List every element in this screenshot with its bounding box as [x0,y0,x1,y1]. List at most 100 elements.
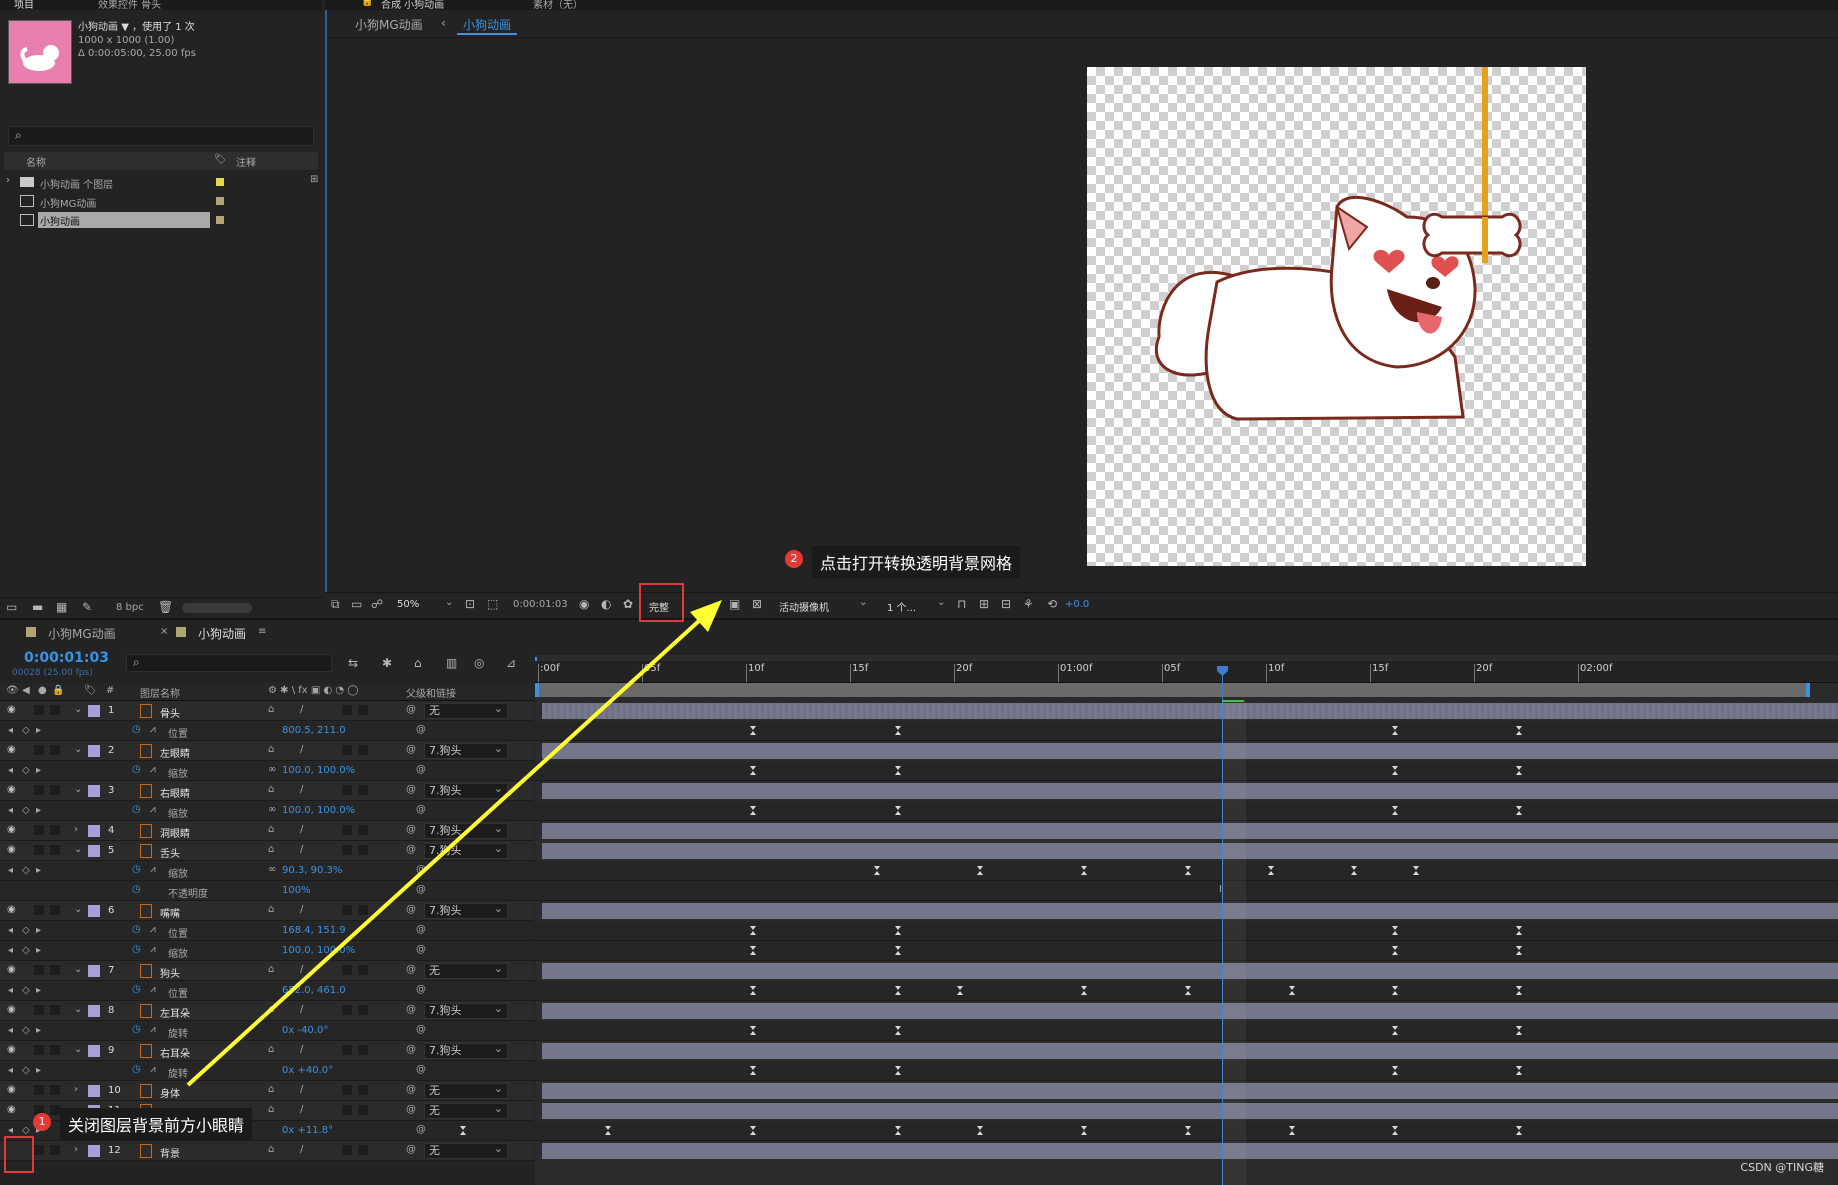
parent-select[interactable]: 无 [424,702,508,719]
switch-box[interactable] [358,1085,368,1095]
eye-icon[interactable]: ◉ [7,744,16,755]
keyframe[interactable] [750,926,757,935]
keyframe[interactable] [1081,1126,1088,1135]
pickwhip-icon[interactable]: @ [406,1144,416,1155]
chevron-down-icon[interactable]: ⌄ [74,904,82,915]
expression-pickwhip-icon[interactable]: @ [416,764,426,775]
tab-effects-controls[interactable]: 效果控件 骨头 [98,0,161,11]
shy-switch-icon[interactable]: ⌂ [268,1144,274,1155]
layer-duration-bar[interactable] [542,1003,1838,1019]
quality-switch-icon[interactable]: / [300,704,303,715]
trash-icon[interactable]: 🗑 [158,600,173,614]
prev-keyframe-icon[interactable]: ◂ [8,925,13,936]
flowchart-icon[interactable]: ⚘ [1023,597,1034,611]
lock-toggle[interactable] [50,745,60,755]
chevron-right-icon[interactable]: › [74,1144,78,1155]
new-comp-icon[interactable]: ▦ [56,600,67,614]
keyframe[interactable] [895,926,902,935]
add-keyframe-icon[interactable]: ◇ [22,805,30,816]
chevron-down-icon[interactable]: ⌄ [445,597,453,608]
property-value[interactable]: 800.5, 211.0 [282,725,346,736]
quality-switch-icon[interactable]: / [300,1084,303,1095]
keyframe[interactable] [1081,986,1088,995]
expression-pickwhip-icon[interactable]: @ [416,864,426,875]
lock-toggle[interactable] [50,1085,60,1095]
stopwatch-icon[interactable]: ◷ [132,724,141,735]
add-keyframe-icon[interactable]: ◇ [22,725,30,736]
label-color-swatch[interactable] [216,178,224,186]
keyframe[interactable] [895,1026,902,1035]
chevron-right-icon[interactable]: › [6,175,10,186]
col-comment[interactable]: 注释 [236,154,256,169]
snapshot-icon[interactable]: ⧉ [331,597,340,612]
switch-box[interactable] [358,1105,368,1115]
chevron-down-icon[interactable]: ⌄ [713,597,721,608]
prev-keyframe-icon[interactable]: ◂ [8,865,13,876]
fast-preview-icon[interactable]: ⊞ [979,597,989,611]
property-value[interactable]: 100.0, 100.0% [282,805,355,816]
work-area-bar[interactable] [535,683,1810,697]
switch-box[interactable] [358,785,368,795]
keyframe[interactable] [460,1126,467,1135]
prev-keyframe-icon[interactable]: ◂ [8,805,13,816]
solo-toggle[interactable] [34,705,44,715]
chevron-down-icon[interactable]: ⌄ [859,597,867,608]
keyframe[interactable] [1516,726,1523,735]
keyframe[interactable] [1351,866,1358,875]
roi-icon[interactable]: ▣ [729,597,740,611]
layer-row[interactable]: ◉ › 4 洞眼睛 ⌂ / @7.狗头 [0,821,534,841]
breadcrumb-item[interactable]: 小狗MG动画 [355,16,423,33]
thumbnail-slider[interactable] [182,603,252,613]
label-color-swatch[interactable] [88,745,100,757]
time-navigator[interactable] [535,655,1838,661]
quality-switch-icon[interactable]: / [300,1044,303,1055]
label-color-swatch[interactable] [88,1045,100,1057]
property-value[interactable]: 100.0, 100.0% [282,945,355,956]
chevron-down-icon[interactable]: ⌄ [74,1044,82,1055]
expression-pickwhip-icon[interactable]: @ [416,804,426,815]
property-row[interactable]: ◂ ◇ ▸ ◷ ⩘ 位置 652.0, 461.0 @ [0,981,534,1001]
switch-box[interactable] [342,705,352,715]
layer-row[interactable]: ◉ ⌄ 5 舌头 ⌂ / @7.狗头 [0,841,534,861]
lock-toggle[interactable] [50,1145,60,1155]
stopwatch-icon[interactable]: ◷ [132,1024,141,1035]
shy-switch-icon[interactable]: ⌂ [268,964,274,975]
switch-box[interactable] [358,905,368,915]
expression-pickwhip-icon[interactable]: @ [416,724,426,735]
expression-pickwhip-icon[interactable]: @ [416,944,426,955]
eye-icon[interactable]: ◉ [7,904,16,915]
col-name[interactable]: 名称 [26,154,46,169]
keyframe[interactable] [750,766,757,775]
keyframe[interactable] [750,1026,757,1035]
layer-row[interactable]: › 12 背景 ⌂ / @ 无 [0,1141,534,1161]
label-color-swatch[interactable] [88,965,100,977]
switch-box[interactable] [342,1005,352,1015]
switch-box[interactable] [342,965,352,975]
layer-row[interactable]: ◉ ⌄ 9 右耳朵 ⌂ / @7.狗头 [0,1041,534,1061]
pickwhip-icon[interactable]: @ [406,844,416,855]
keyframe[interactable] [895,766,902,775]
parent-select[interactable]: 7.狗头 [424,822,508,839]
transparency-grid-icon[interactable]: ⊠ [752,597,762,611]
label-color-swatch[interactable] [88,905,100,917]
next-keyframe-icon[interactable]: ▸ [36,925,41,936]
eye-icon[interactable]: ◉ [7,844,16,855]
lock-toggle[interactable] [50,825,60,835]
layer-row[interactable]: ◉ ⌄ 1 骨头 ⌂ / @ 无 [0,701,534,721]
property-row[interactable]: ◂ ◇ ▸ ◷ ⩘ 旋转 0x +40.0° @ [0,1061,534,1081]
navigator-start[interactable] [535,657,537,661]
layer-duration-bar[interactable] [542,783,1838,799]
layer-name[interactable]: 左眼睛 [160,745,190,760]
layer-duration-bar[interactable] [542,1083,1838,1099]
keyframe[interactable] [895,1066,902,1075]
layer-duration-bar[interactable] [542,823,1838,839]
next-keyframe-icon[interactable]: ▸ [36,725,41,736]
tab-timeline-dog[interactable]: 小狗动画 [198,625,246,642]
comp-mini-flowchart-icon[interactable]: ⇆ [348,656,358,670]
property-value[interactable]: 90.3, 90.3% [282,865,342,876]
eye-icon[interactable]: ◉ [7,1104,16,1115]
keyframe[interactable] [750,946,757,955]
zoom-select[interactable]: 50% [397,599,419,610]
layer-name[interactable]: 洞眼睛 [160,825,190,840]
shy-switch-icon[interactable]: ⌂ [268,1044,274,1055]
